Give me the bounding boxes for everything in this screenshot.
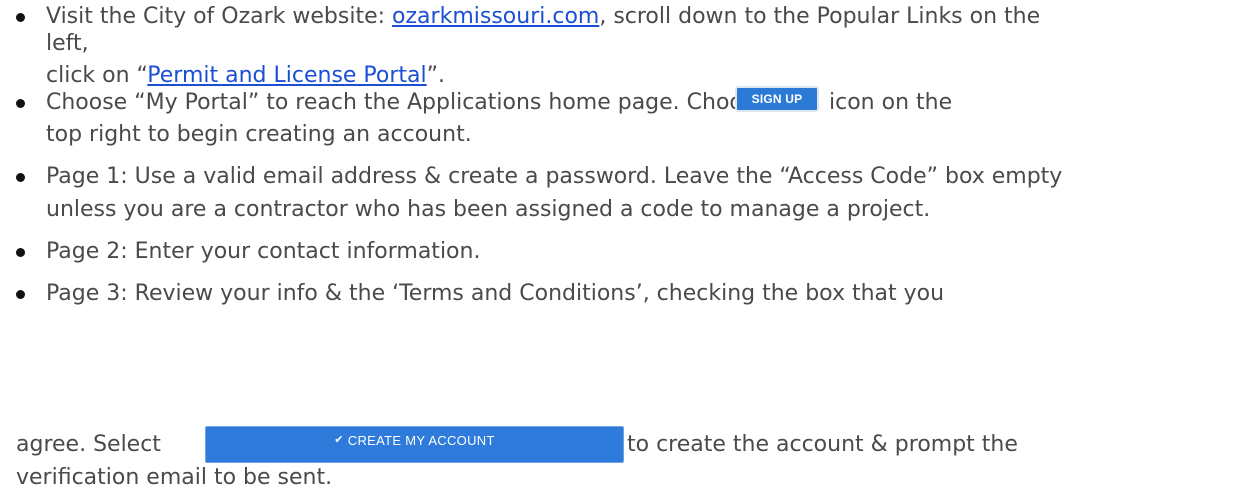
bullet-2-text-prefix: Choose “My Portal” to reach the Applicat… bbox=[46, 90, 768, 115]
check-icon: ✔ bbox=[334, 434, 344, 446]
bullet-3-line-1: Page 1: Use a valid email address & crea… bbox=[46, 163, 1062, 191]
bullet-1-text-line-3-suffix: ”. bbox=[426, 63, 446, 88]
create-my-account-button[interactable]: ✔ CREATE MY ACCOUNT bbox=[205, 426, 624, 463]
document-page: Visit the City of Ozark website: ozarkmi… bbox=[0, 0, 1252, 495]
bullet-icon bbox=[16, 13, 25, 22]
permit-license-portal-link[interactable]: Permit and License Portal bbox=[147, 63, 426, 88]
bullet-5-text: Page 3: Review your info & the ‘Terms an… bbox=[46, 281, 945, 306]
continuation-line-1-end: to create the account & prompt the bbox=[627, 431, 1018, 459]
bullet-3-text-line-1: Page 1: Use a valid email address & crea… bbox=[46, 164, 1063, 189]
bullet-3-line-2: unless you are a contractor who has been… bbox=[46, 196, 930, 224]
bullet-2-text-suffix: icon on the bbox=[829, 90, 953, 115]
continuation-text-prefix: agree. Select bbox=[16, 432, 161, 457]
create-my-account-label: CREATE MY ACCOUNT bbox=[347, 433, 495, 448]
bullet-2-line-1: Choose “My Portal” to reach the Applicat… bbox=[46, 89, 768, 117]
bullet-1-line-3: click on “Permit and License Portal”. bbox=[46, 62, 445, 90]
continuation-line-1-start: agree. Select bbox=[16, 431, 161, 459]
bullet-icon bbox=[16, 290, 25, 299]
bullet-3-text-line-2: unless you are a contractor who has been… bbox=[46, 197, 931, 222]
sign-up-button[interactable]: SIGN UP bbox=[735, 86, 819, 112]
bullet-4-text: Page 2: Enter your contact information. bbox=[46, 239, 481, 264]
bullet-2-line-2: top right to begin creating an account. bbox=[46, 121, 472, 149]
bullet-icon bbox=[16, 99, 25, 108]
bullet-1-text-suffix: , scroll down to the Popular Links on th… bbox=[599, 4, 1041, 29]
bullet-icon bbox=[16, 173, 25, 182]
continuation-text-suffix: to create the account & prompt the bbox=[627, 432, 1018, 457]
bullet-4-line-1: Page 2: Enter your contact information. bbox=[46, 238, 480, 266]
bullet-icon bbox=[16, 248, 25, 257]
bullet-1-text-line-2: left, bbox=[46, 31, 89, 56]
bullet-1-line-2: left, bbox=[46, 30, 89, 58]
continuation-line-2: verification email to be sent. bbox=[16, 464, 332, 492]
ozark-website-link[interactable]: ozarkmissouri.com bbox=[392, 4, 599, 29]
bullet-1-text-prefix: Visit the City of Ozark website: bbox=[46, 4, 393, 29]
bullet-2-text-line-2: top right to begin creating an account. bbox=[46, 122, 472, 147]
bullet-1-line-1: Visit the City of Ozark website: ozarkmi… bbox=[46, 3, 1040, 31]
bullet-5-line-1: Page 3: Review your info & the ‘Terms an… bbox=[46, 280, 944, 308]
bullet-1-text-line-3-prefix: click on “ bbox=[46, 63, 148, 88]
bullet-2-line-1-end: icon on the bbox=[829, 89, 952, 117]
continuation-text-line-2: verification email to be sent. bbox=[16, 465, 333, 490]
